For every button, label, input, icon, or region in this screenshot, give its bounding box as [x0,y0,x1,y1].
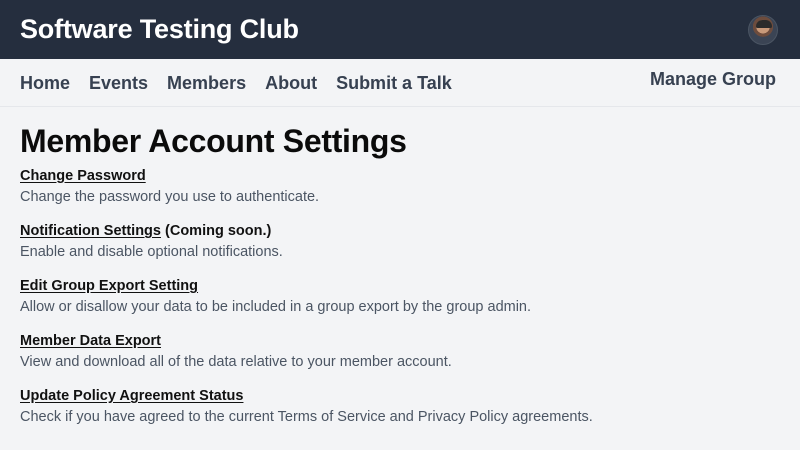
manage-group-link[interactable]: Manage Group [650,69,776,90]
notification-settings-link[interactable]: Notification Settings [20,223,161,239]
nav-members[interactable]: Members [167,73,246,94]
user-avatar-icon[interactable] [748,14,778,45]
setting-policy-agreement: Update Policy Agreement Status Check if … [20,386,780,428]
nav-events[interactable]: Events [89,73,148,94]
change-password-link[interactable]: Change Password [20,168,146,184]
setting-notifications: Notification Settings (Coming soon.) Ena… [20,221,780,263]
page-title: Member Account Settings [20,123,407,159]
main-navigation: Home Events Members About Submit a Talk … [0,59,800,107]
edit-group-export-description: Allow or disallow your data to be includ… [20,299,532,315]
change-password-description: Change the password you use to authentic… [20,189,320,205]
edit-group-export-link[interactable]: Edit Group Export Setting [20,278,198,294]
coming-soon-note: (Coming soon.) [165,223,272,239]
member-data-export-description: View and download all of the data relati… [20,354,452,370]
setting-change-password: Change Password Change the password you … [20,166,780,208]
site-title[interactable]: Software Testing Club [20,14,299,45]
member-data-export-link[interactable]: Member Data Export [20,333,161,349]
top-header: Software Testing Club [0,0,800,59]
update-policy-agreement-description: Check if you have agreed to the current … [20,409,593,425]
nav-links: Home Events Members About Submit a Talk [20,73,452,94]
main-content: Member Account Settings Change Password … [0,107,800,428]
notification-settings-description: Enable and disable optional notification… [20,244,283,260]
setting-group-export: Edit Group Export Setting Allow or disal… [20,276,780,318]
update-policy-agreement-link[interactable]: Update Policy Agreement Status [20,388,243,404]
setting-member-data-export: Member Data Export View and download all… [20,331,780,373]
nav-home[interactable]: Home [20,73,70,94]
nav-submit-talk[interactable]: Submit a Talk [336,73,452,94]
nav-about[interactable]: About [265,73,317,94]
